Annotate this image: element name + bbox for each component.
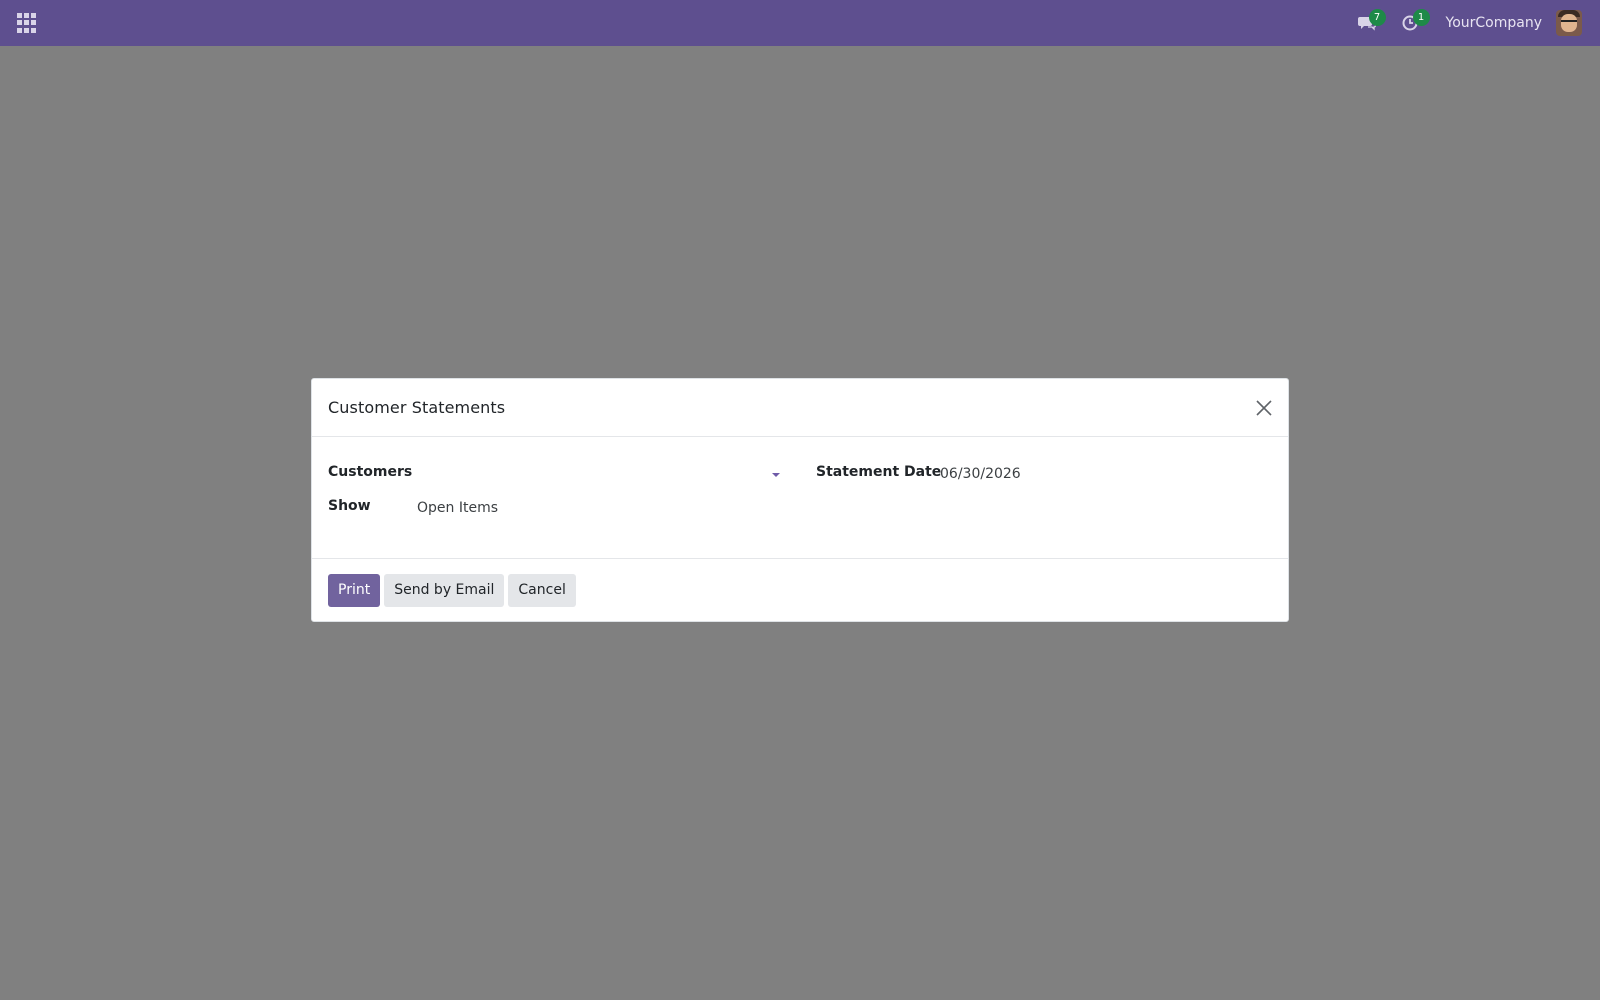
top-navbar: 7 1 YourCompany (0, 0, 1600, 46)
customers-input[interactable] (415, 464, 777, 488)
navbar-systray: 7 1 YourCompany (1356, 0, 1600, 46)
dialog-footer: Print Send by Email Cancel (312, 559, 1288, 621)
close-button[interactable] (1254, 398, 1274, 418)
statement-date-field[interactable]: 06/30/2026 (940, 466, 1021, 482)
send-by-email-button[interactable]: Send by Email (384, 573, 505, 607)
show-label: Show (328, 498, 371, 514)
company-switcher[interactable]: YourCompany (1446, 15, 1543, 31)
print-button[interactable]: Print (328, 573, 381, 607)
customer-statements-dialog: Customer Statements Customers Show Open … (311, 378, 1289, 622)
apps-grid-icon[interactable] (17, 13, 37, 33)
activities-button[interactable]: 1 (1400, 9, 1430, 35)
activities-badge: 1 (1412, 9, 1430, 26)
statement-date-label: Statement Date (816, 464, 942, 480)
messages-badge: 7 (1368, 9, 1386, 26)
show-select[interactable]: Open Items (417, 500, 498, 516)
dialog-title: Customer Statements (328, 398, 506, 417)
customers-dropdown-caret-icon[interactable] (772, 473, 780, 477)
dialog-body: Customers Show Open Items Statement Date… (312, 437, 1288, 559)
dialog-header: Customer Statements (312, 379, 1288, 437)
messages-button[interactable]: 7 (1356, 9, 1386, 35)
customers-label: Customers (328, 464, 413, 480)
user-avatar[interactable] (1556, 10, 1582, 36)
cancel-button[interactable]: Cancel (508, 573, 576, 607)
close-icon (1256, 400, 1272, 416)
